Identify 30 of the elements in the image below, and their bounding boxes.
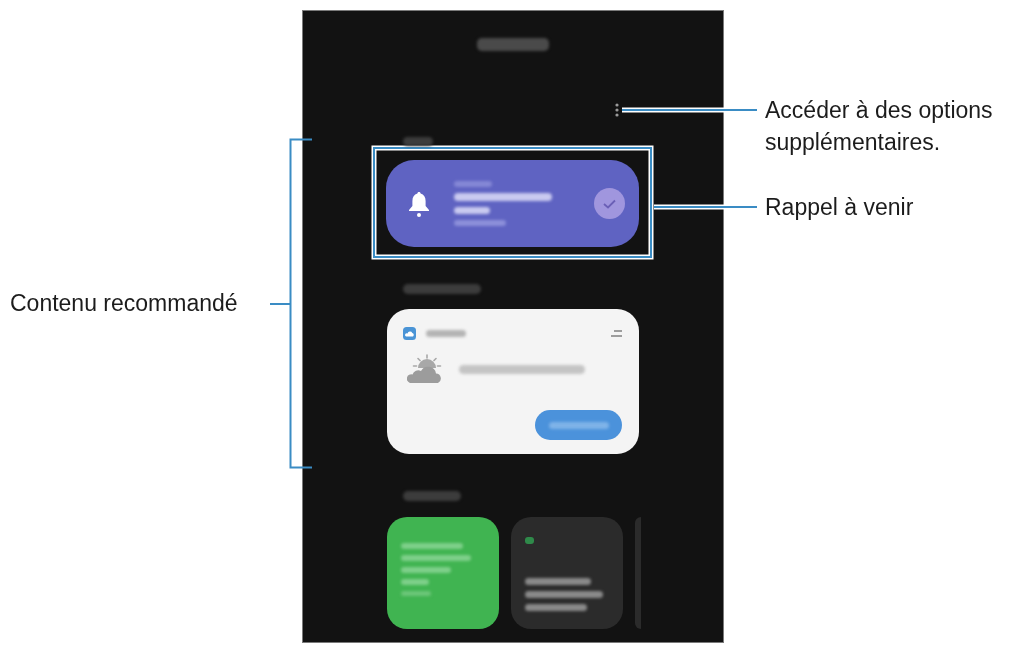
check-button[interactable] xyxy=(594,188,625,219)
action-button[interactable] xyxy=(535,410,622,440)
more-options-icon[interactable] xyxy=(615,103,619,117)
blurred-text xyxy=(401,591,431,596)
blurred-text xyxy=(454,181,492,187)
blurred-text xyxy=(477,38,549,51)
blurred-text xyxy=(525,604,587,611)
blurred-text xyxy=(548,421,609,429)
callout-label: Contenu recommandé xyxy=(10,289,238,318)
blurred-text xyxy=(403,137,433,146)
handle-icon[interactable] xyxy=(611,330,622,337)
blurred-text xyxy=(401,579,429,585)
blurred-text xyxy=(401,543,463,549)
blurred-text xyxy=(401,567,451,573)
blurred-text xyxy=(454,220,506,226)
blurred-text xyxy=(525,578,591,585)
blurred-text xyxy=(403,491,461,501)
blurred-text xyxy=(426,330,466,337)
sun-cloud-icon xyxy=(407,354,443,384)
discover-card[interactable] xyxy=(511,517,623,629)
blurred-text xyxy=(401,555,471,561)
app-icon xyxy=(403,327,416,340)
blurred-text xyxy=(454,207,490,214)
weather-card[interactable] xyxy=(387,309,639,454)
check-icon xyxy=(603,198,616,209)
reminder-card[interactable] xyxy=(386,160,639,247)
callout-label: Rappel à venir xyxy=(765,193,914,222)
discover-card[interactable] xyxy=(387,517,499,629)
bell-icon xyxy=(408,190,430,217)
callout-label: Accéder à des options supplémentaires. xyxy=(765,96,994,157)
